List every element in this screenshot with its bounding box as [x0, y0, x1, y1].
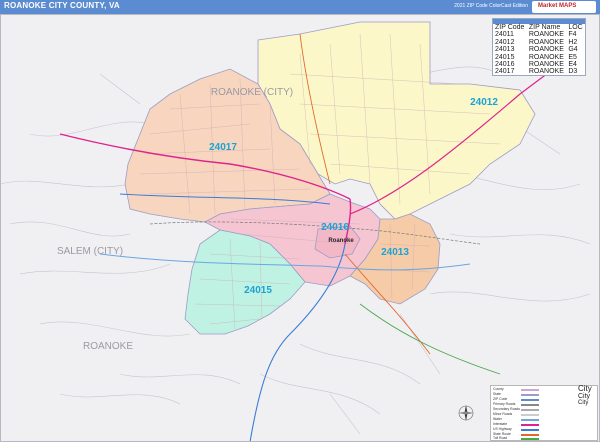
zip-table-cell: H2: [568, 38, 578, 46]
legend-swatch: [521, 434, 539, 436]
zip-table-cell: E5: [568, 53, 577, 61]
zip-table-row: 24013 ROANOKE G4: [493, 46, 585, 53]
title-bar: ROANOKE CITY COUNTY, VA 2021 ZIP Code Co…: [0, 0, 600, 14]
brand-name: Market MAPS: [538, 3, 577, 9]
zip-table-cell: 24015: [495, 53, 515, 61]
legend-label: Secondary Roads: [493, 407, 520, 411]
legend-swatch: [521, 389, 539, 391]
zip-table-cell: 24011: [495, 31, 514, 39]
zip-label-24016: 24016: [321, 222, 349, 233]
legend-swatch: [521, 438, 539, 440]
legend-label: County: [493, 387, 504, 391]
zip-table-row: 24012 ROANOKE H2: [493, 39, 585, 46]
zip-table-header: ZIP Name: [528, 24, 561, 31]
place-label-roanoke-city: ROANOKE (CITY): [211, 87, 293, 98]
zip-table-cell: 24013: [495, 46, 515, 54]
zip-table-cell: 24012: [495, 38, 515, 46]
legend-swatch: [521, 429, 539, 431]
zip-table-row: 24016 ROANOKE E4: [493, 61, 585, 68]
legend-label: US Highway: [493, 427, 512, 431]
legend-label: Primary Roads: [493, 402, 516, 406]
edition-label: 2021 ZIP Code ColorCast Edition: [454, 3, 528, 9]
brand-logo: Market MAPS: [532, 1, 596, 13]
zip-table-cell: F4: [568, 31, 577, 39]
legend-label: Interstate: [493, 422, 508, 426]
legend-label: ZIP Code: [493, 397, 508, 401]
zip-table-row: 24011 ROANOKE F4: [493, 31, 585, 38]
place-label-roanoke-county: ROANOKE: [83, 341, 133, 352]
zip-table-cell: E4: [568, 61, 577, 69]
zip-table-cell: ROANOKE: [528, 53, 564, 61]
zip-table-cell: D3: [568, 68, 578, 76]
legend-swatch: [521, 419, 539, 421]
zip-table-cell: ROANOKE: [528, 68, 564, 76]
place-label-salem-city: SALEM (CITY): [57, 246, 123, 257]
legend-swatch: [521, 424, 539, 426]
zip-table-row: 24015 ROANOKE E5: [493, 54, 585, 61]
place-label-downtown: Roanoke: [328, 238, 354, 244]
legend-swatch: [521, 404, 539, 406]
zip-table-cell: ROANOKE: [528, 61, 564, 69]
zip-label-24012: 24012: [470, 97, 498, 108]
legend-label: Toll Road: [493, 436, 508, 440]
city-key-medium: City: [578, 393, 591, 400]
legend-swatch: [521, 409, 539, 411]
zip-table-header-row: ZIP Code ZIP Name LOC: [493, 24, 585, 31]
city-key-large: City: [578, 384, 592, 393]
zip-code-map[interactable]: ROANOKE (CITY) SALEM (CITY) ROANOKE Roan…: [0, 14, 600, 442]
zip-table-header: LOC: [568, 24, 583, 31]
zip-label-24013: 24013: [381, 247, 409, 258]
zip-table-cell: G4: [568, 46, 578, 54]
zip-label-24015: 24015: [244, 285, 272, 296]
zip-table-cell: ROANOKE: [528, 46, 564, 54]
legend-swatch: [521, 394, 539, 396]
zip-table-header: ZIP Code: [495, 24, 525, 31]
map-page: ROANOKE CITY COUNTY, VA 2021 ZIP Code Co…: [0, 0, 600, 442]
zip-table-row: 24017 ROANOKE D3: [493, 68, 585, 75]
legend-swatch: [521, 399, 539, 401]
north-arrow-icon: [458, 405, 474, 421]
zip-table-cell: ROANOKE: [528, 31, 564, 39]
map-title: ROANOKE CITY COUNTY, VA: [4, 1, 120, 10]
legend-label: Minor Roads: [493, 412, 513, 416]
city-key-small: City: [578, 400, 589, 406]
zip-label-24017: 24017: [209, 142, 237, 153]
zip-table-cell: 24017: [495, 68, 515, 76]
legend-label: State: [493, 392, 501, 396]
legend-swatch: [521, 414, 539, 416]
legend-label: Water: [493, 417, 502, 421]
zip-code-table: ZIP Code ZIP Name LOC 24011 ROANOKE F4 2…: [492, 18, 586, 76]
zip-table-cell: 24016: [495, 61, 515, 69]
zip-table-cell: ROANOKE: [528, 38, 564, 46]
